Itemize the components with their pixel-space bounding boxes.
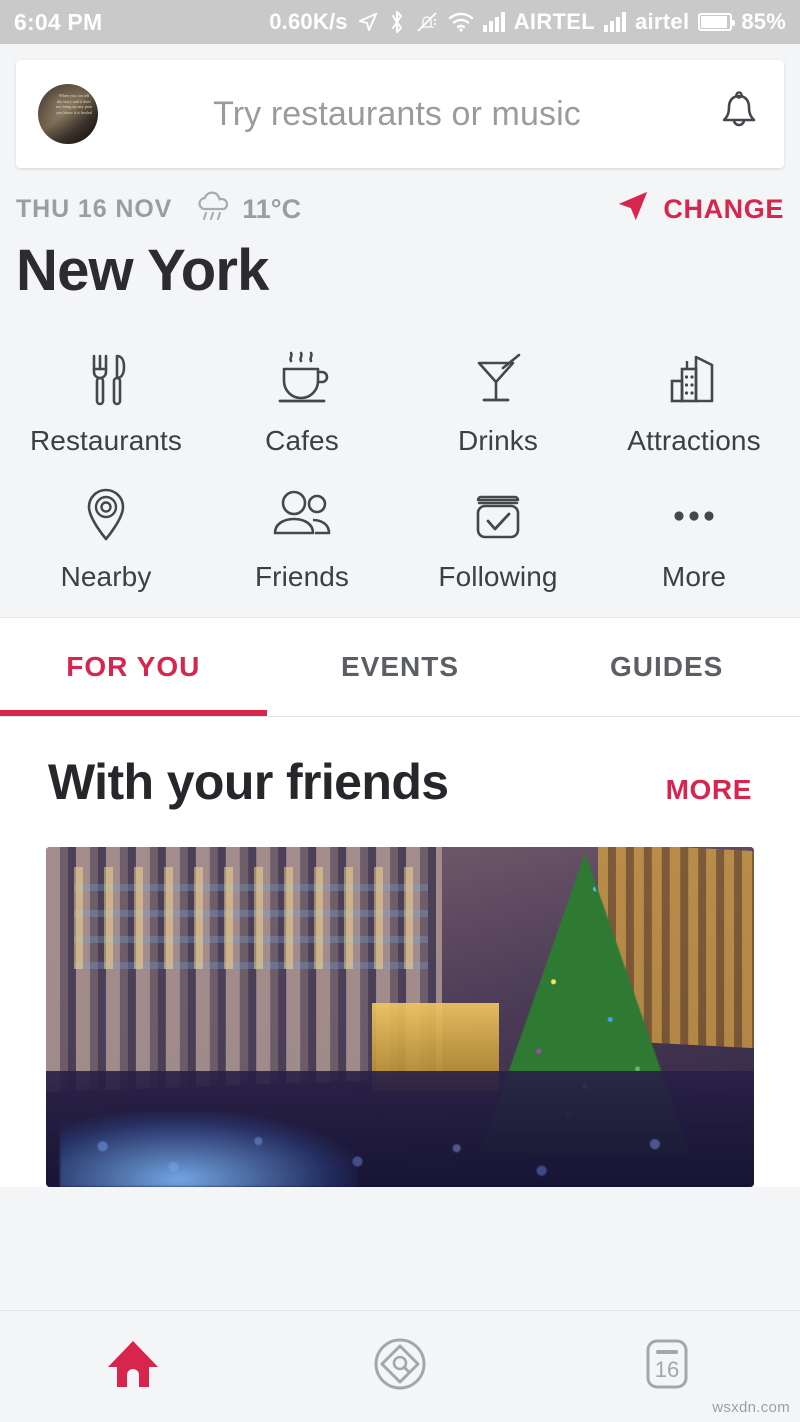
change-location-button[interactable]: CHANGE [616,189,784,230]
category-drinks[interactable]: Drinks [400,349,596,457]
app-root: 6:04 PM 0.60K/s AIRTEL airtel 85% When y… [0,0,800,1422]
temperature: 11°C [242,193,302,224]
avatar[interactable]: When you can tell the story and it does … [38,84,98,144]
bell-icon[interactable] [716,90,762,138]
category-grid: Restaurants Cafes Drinks Attractions Nea… [0,304,800,617]
sim1-signal-icon [482,12,505,32]
coffee-cup-icon [271,349,333,411]
tab-label: GUIDES [610,650,724,682]
home-icon [102,1335,164,1398]
category-row-1: Restaurants Cafes Drinks Attractions [8,349,792,457]
tab-bar: FOR YOU EVENTS GUIDES [0,616,800,717]
category-label: Restaurants [29,424,183,456]
status-clock: 6:04 PM [14,8,103,35]
status-data-speed: 0.60K/s [269,9,348,34]
category-more[interactable]: More [596,485,792,593]
status-bar: 6:04 PM 0.60K/s AIRTEL airtel 85% [0,0,800,44]
category-friends[interactable]: Friends [204,485,400,593]
tab-label: EVENTS [340,650,460,682]
feed-header: With your friends MORE [16,753,784,811]
location-arrow-icon [357,11,379,33]
category-label: Nearby [60,560,152,592]
tab-guides[interactable]: GUIDES [533,618,800,716]
category-label: Cafes [265,424,339,456]
category-label: Attractions [627,424,761,456]
tab-events[interactable]: EVENTS [267,618,534,716]
buildings-icon [663,349,725,411]
location-arrow-icon [616,189,650,230]
calendar-icon: 16 [636,1333,698,1400]
category-cafes[interactable]: Cafes [204,349,400,457]
category-label: Friends [254,560,350,592]
bluetooth-icon [388,10,406,34]
search-input[interactable]: Try restaurants or music [98,95,716,134]
map-pin-icon [81,485,131,547]
feed-card[interactable] [46,846,754,1187]
search-section: When you can tell the story and it does … [0,44,800,182]
feed-section: With your friends MORE [0,716,800,1187]
category-row-2: Nearby Friends Following More [8,485,792,593]
category-restaurants[interactable]: Restaurants [8,349,204,457]
rain-cloud-icon [194,191,232,228]
watermark: wsxdn.com [712,1399,790,1416]
battery-percent: 85% [741,9,786,34]
ellipsis-icon [663,485,725,547]
section-title: With your friends [48,753,449,810]
people-icon [269,485,335,547]
search-bar[interactable]: When you can tell the story and it does … [16,60,784,168]
feed-more-button[interactable]: MORE [666,774,752,806]
explore-compass-icon [369,1333,431,1400]
box-check-icon [468,485,528,547]
sim2-signal-icon [603,12,626,32]
cocktail-glass-icon [469,349,527,411]
tab-label: FOR YOU [66,650,201,682]
current-date: THU 16 NOV [16,194,173,223]
feed-card-image [46,846,754,1187]
bottom-navigation: 16 [0,1310,800,1422]
weather-info: 11°C [194,191,301,228]
category-following[interactable]: Following [400,485,596,593]
category-label: Drinks [458,424,538,456]
silent-bell-icon [415,10,439,34]
tab-for-you[interactable]: FOR YOU [0,618,267,716]
avatar-quote-text: When you can tell the story and it does … [56,93,92,115]
category-nearby[interactable]: Nearby [8,485,204,593]
nav-home[interactable] [0,1335,267,1398]
category-label: Following [438,560,558,592]
battery-icon [698,13,736,31]
nav-explore[interactable] [267,1333,534,1400]
page-title: New York [16,238,269,303]
cutlery-icon [79,349,133,411]
calendar-day-number: 16 [654,1357,678,1382]
sim1-carrier: AIRTEL [513,9,595,34]
wifi-icon [448,12,474,32]
sim2-carrier: airtel [634,9,690,34]
category-attractions[interactable]: Attractions [596,349,792,457]
category-label: More [661,560,727,592]
change-label: CHANGE [663,193,784,224]
nav-calendar[interactable]: 16 [533,1333,800,1400]
city-header: THU 16 NOV 11°C CHANGE New York [0,182,800,305]
